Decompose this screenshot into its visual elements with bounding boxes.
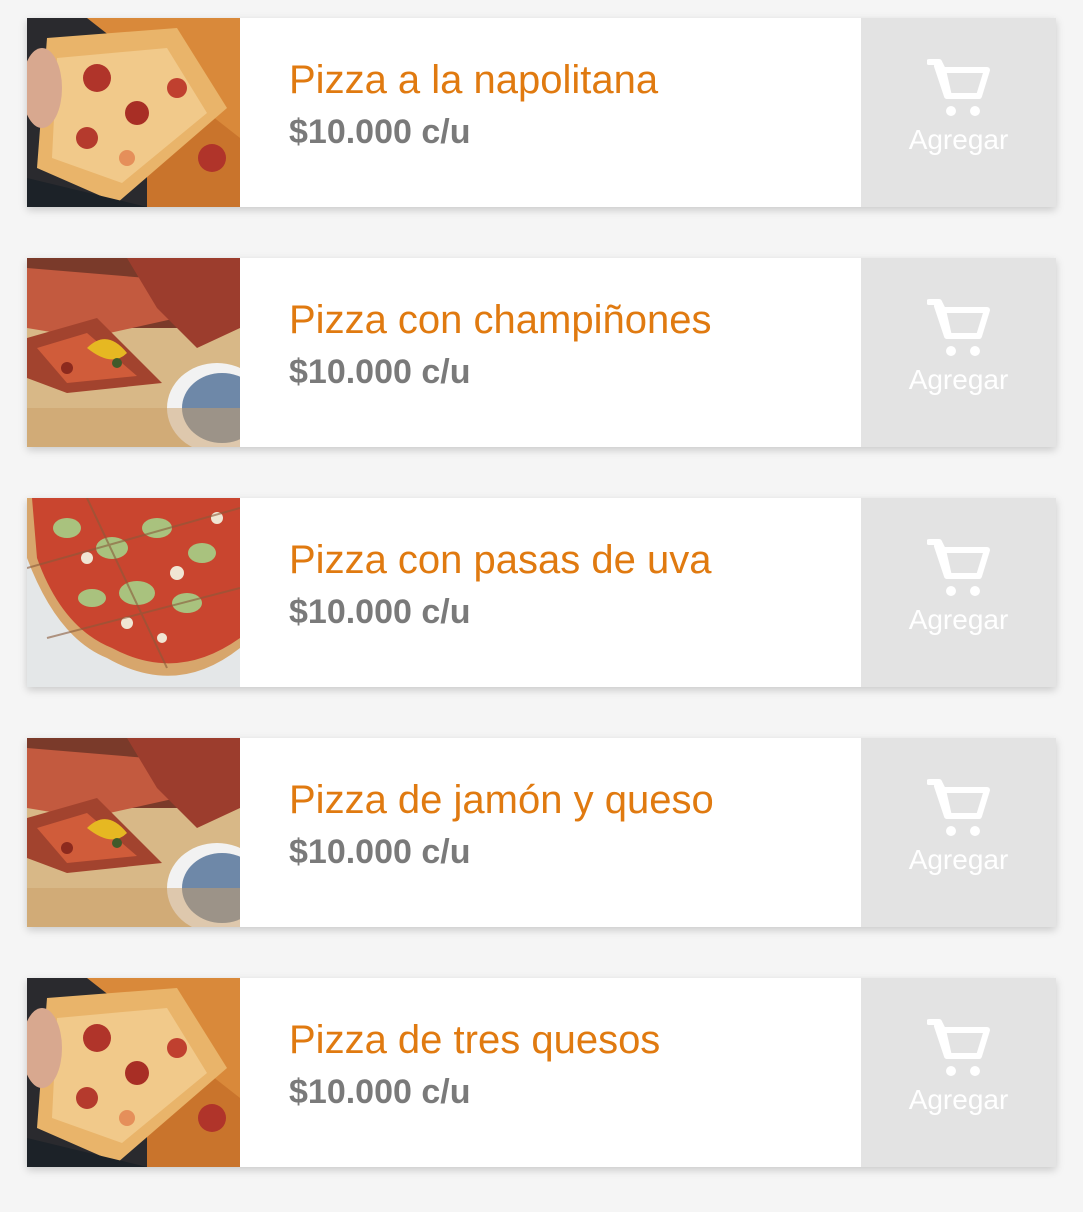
cart-icon: [927, 1018, 991, 1078]
product-card: Pizza de jamón y queso $10.000 c/u Agreg…: [27, 738, 1056, 927]
product-image: [27, 258, 240, 447]
product-info: Pizza a la napolitana $10.000 c/u: [240, 18, 861, 207]
add-label: Agregar: [908, 844, 1009, 875]
product-name: Pizza de jamón y queso: [289, 778, 714, 822]
product-info: Pizza con pasas de uva $10.000 c/u: [240, 498, 861, 687]
product-price: $10.000 c/u: [289, 353, 471, 391]
product-name: Pizza con pasas de uva: [289, 538, 712, 582]
product-card: Pizza a la napolitana $10.000 c/u Agrega…: [27, 18, 1056, 207]
product-info: Pizza de jamón y queso $10.000 c/u: [240, 738, 861, 927]
add-to-cart-button[interactable]: Agregar: [861, 978, 1056, 1167]
add-label: Agregar: [908, 604, 1009, 635]
product-image: [27, 18, 240, 207]
product-name: Pizza con champiñones: [289, 298, 712, 342]
product-image: [27, 978, 240, 1167]
product-price: $10.000 c/u: [289, 1073, 471, 1111]
add-to-cart-button[interactable]: Agregar: [861, 258, 1056, 447]
product-price: $10.000 c/u: [289, 593, 471, 631]
cart-icon: [927, 778, 991, 838]
cart-icon: [927, 58, 991, 118]
product-name: Pizza a la napolitana: [289, 58, 659, 102]
product-name: Pizza de tres quesos: [289, 1018, 661, 1062]
add-label: Agregar: [908, 124, 1009, 155]
product-card: Pizza con champiñones $10.000 c/u Agrega…: [27, 258, 1056, 447]
add-to-cart-button[interactable]: Agregar: [861, 498, 1056, 687]
add-label: Agregar: [908, 364, 1009, 395]
product-image: [27, 498, 240, 687]
product-info: Pizza de tres quesos $10.000 c/u: [240, 978, 861, 1167]
product-price: $10.000 c/u: [289, 833, 471, 871]
product-image: [27, 738, 240, 927]
cart-icon: [927, 298, 991, 358]
product-card: Pizza de tres quesos $10.000 c/u Agregar: [27, 978, 1056, 1167]
product-list: Pizza a la napolitana $10.000 c/u Agrega…: [0, 0, 1083, 1212]
add-label: Agregar: [908, 1084, 1009, 1115]
add-to-cart-button[interactable]: Agregar: [861, 18, 1056, 207]
product-card: Pizza con pasas de uva $10.000 c/u Agreg…: [27, 498, 1056, 687]
add-to-cart-button[interactable]: Agregar: [861, 738, 1056, 927]
product-price: $10.000 c/u: [289, 113, 471, 151]
product-info: Pizza con champiñones $10.000 c/u: [240, 258, 861, 447]
cart-icon: [927, 538, 991, 598]
